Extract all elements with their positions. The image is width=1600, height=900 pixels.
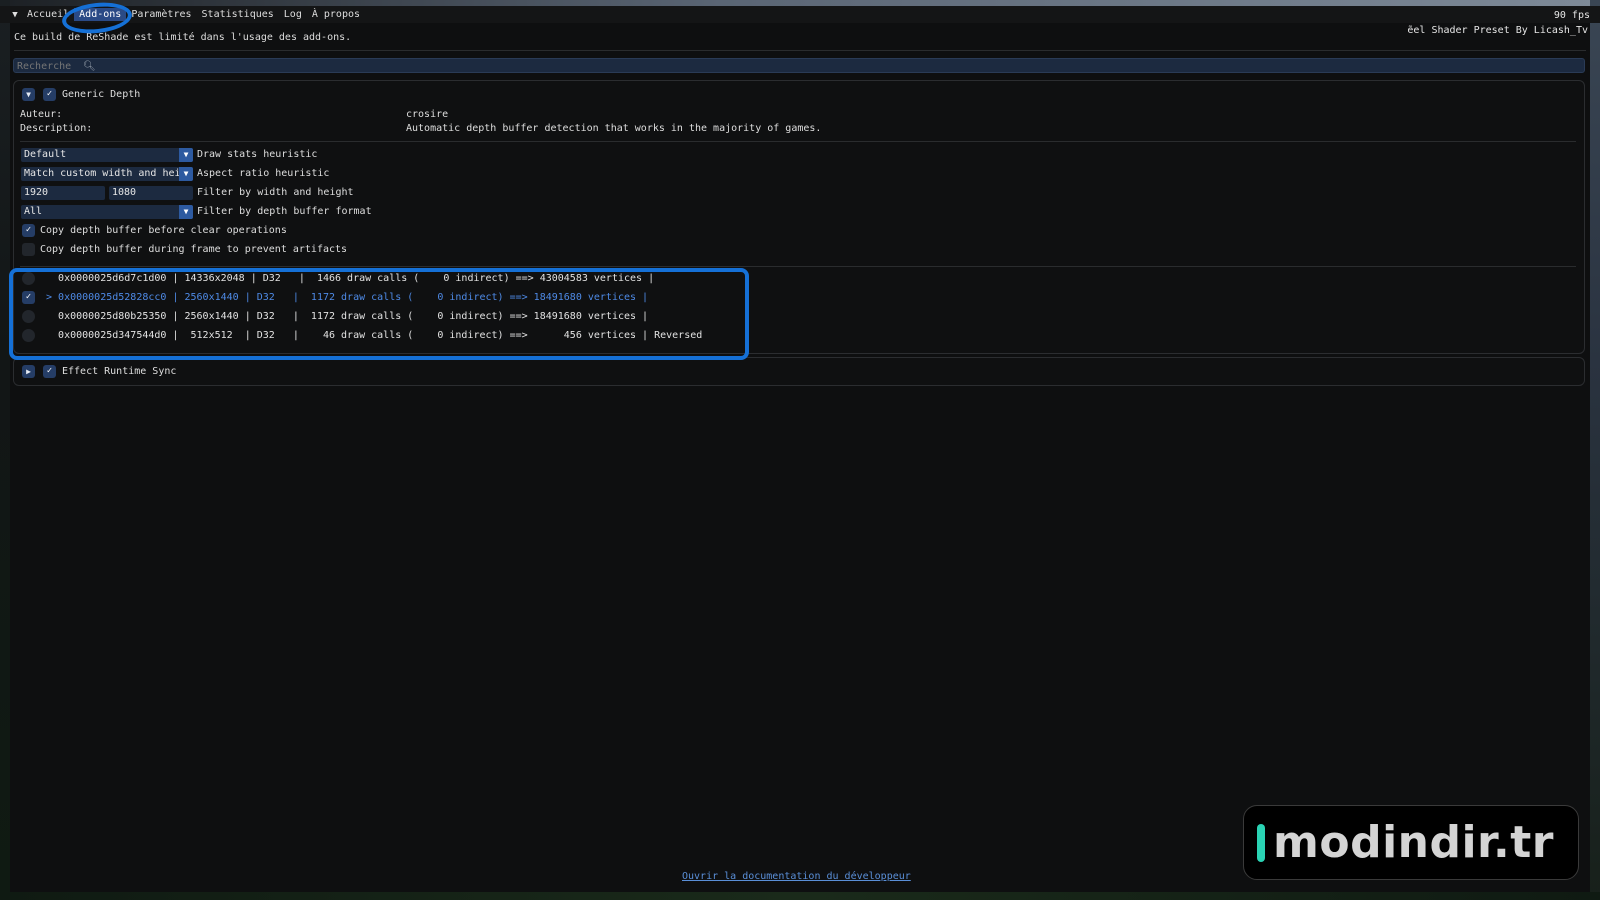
copy-during-frame-label: Copy depth buffer during frame to preven… <box>40 244 348 255</box>
dropdown-arrow-icon[interactable]: ▼ <box>179 167 193 181</box>
preset-title: ẽel Shader Preset By Licash_Tv <box>1407 25 1588 36</box>
copy-before-clear-checkbox[interactable]: ✓ <box>22 224 35 237</box>
watermark-bar <box>1257 823 1265 862</box>
aspect-ratio-value: Match custom width and height <box>24 168 193 179</box>
aspect-ratio-combo[interactable]: Match custom width and height ▼ <box>21 167 193 181</box>
depth-format-label: Filter by depth buffer format <box>197 206 372 217</box>
dropdown-arrow-icon[interactable]: ▼ <box>179 148 193 162</box>
watermark: modindir.tr <box>1243 805 1579 880</box>
game-scene-right <box>1590 0 1600 900</box>
expand-triangle-icon[interactable]: ▶ <box>22 365 35 378</box>
search-icon: 🔍︎ <box>83 61 96 72</box>
draw-stats-value: Default <box>24 149 67 160</box>
addon-enabled-checkbox[interactable]: ✓ <box>43 88 56 101</box>
divider <box>20 141 1576 142</box>
addon-enabled-checkbox[interactable]: ✓ <box>43 365 56 378</box>
dropdown-arrow-icon[interactable]: ▼ <box>179 205 193 219</box>
menu-item-a-propos[interactable]: À propos <box>307 8 365 21</box>
watermark-text: modindir.tr <box>1273 817 1554 868</box>
addon-name: Generic Depth <box>62 89 141 100</box>
copy-during-frame-checkbox[interactable]: ✓ <box>22 243 35 256</box>
filter-width-input[interactable]: 1920 <box>21 186 105 200</box>
depth-format-combo[interactable]: All ▼ <box>21 205 193 219</box>
description-label: Description: <box>20 123 93 134</box>
fps-counter: 90 fps <box>1553 10 1590 21</box>
divider <box>14 50 1586 51</box>
author-label: Auteur: <box>20 109 63 120</box>
developer-docs-link[interactable]: Ouvrir la documentation du développeur <box>682 871 911 882</box>
reshade-overlay: ▼ Accueil Add-ons Paramètres Statistique… <box>0 0 1600 900</box>
menu-item-parametres[interactable]: Paramètres <box>126 8 196 21</box>
description-value: Automatic depth buffer detection that wo… <box>406 123 822 134</box>
copy-before-clear-label: Copy depth buffer before clear operation… <box>40 225 287 236</box>
menu-bar: ▼ Accueil Add-ons Paramètres Statistique… <box>0 6 1600 23</box>
author-value: crosire <box>406 109 449 120</box>
menu-item-statistiques[interactable]: Statistiques <box>197 8 279 21</box>
filter-height-input[interactable]: 1080 <box>109 186 193 200</box>
search-box[interactable]: 🔍︎ <box>13 58 1585 73</box>
draw-stats-combo[interactable]: Default ▼ <box>21 148 193 162</box>
game-scene-left <box>0 0 10 900</box>
draw-stats-label: Draw stats heuristic <box>197 149 318 160</box>
annotation-rectangle <box>9 268 749 360</box>
menu-item-log[interactable]: Log <box>279 8 307 21</box>
game-scene-bottom <box>0 892 1600 900</box>
search-input[interactable] <box>17 61 77 72</box>
addon-name: Effect Runtime Sync <box>62 366 177 377</box>
aspect-ratio-label: Aspect ratio heuristic <box>197 168 330 179</box>
filter-size-label: Filter by width and height <box>197 187 354 198</box>
depth-format-value: All <box>24 206 43 217</box>
addon-panel-effect-runtime-sync: ▶ ✓ Effect Runtime Sync <box>13 357 1585 386</box>
divider <box>20 266 1576 267</box>
expand-triangle-icon[interactable]: ▼ <box>22 88 35 101</box>
collapse-triangle-icon[interactable]: ▼ <box>8 10 22 20</box>
addon-limit-notice: Ce build de ReShade est limité dans l'us… <box>14 32 352 43</box>
